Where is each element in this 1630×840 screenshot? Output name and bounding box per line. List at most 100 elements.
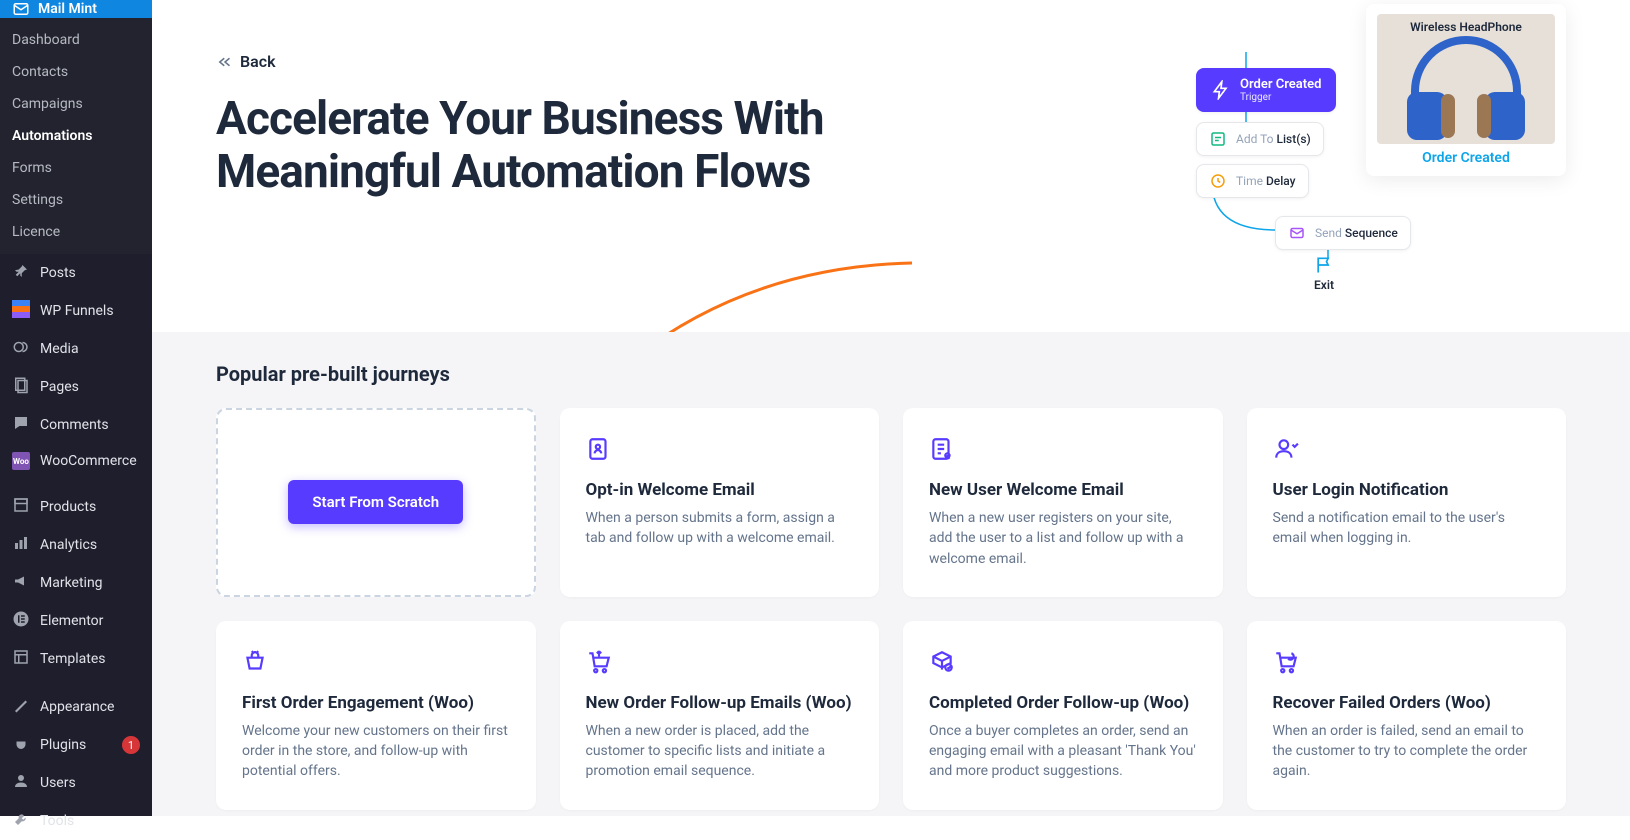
- journey-title: Completed Order Follow-up (Woo): [929, 693, 1197, 713]
- brand-row[interactable]: Mail Mint: [0, 0, 152, 18]
- journey-desc: Welcome your new customers on their firs…: [242, 721, 510, 782]
- journey-card[interactable]: User Login NotificationSend a notificati…: [1247, 408, 1567, 597]
- marketing-icon: [12, 572, 30, 594]
- nav-item-posts[interactable]: Posts: [0, 254, 152, 292]
- nav-item-products[interactable]: Products: [0, 488, 152, 526]
- nav-item-pages[interactable]: Pages: [0, 368, 152, 406]
- content-area: Popular pre-built journeys Start From Sc…: [152, 332, 1630, 816]
- wpfunnels-icon: [12, 300, 30, 322]
- nav-label: Media: [40, 341, 140, 357]
- flow-trigger-sub: Trigger: [1240, 92, 1321, 103]
- journey-icon: [929, 649, 955, 675]
- nav-item-wp-funnels[interactable]: WP Funnels: [0, 292, 152, 330]
- wp-sidebar: Mail Mint DashboardContactsCampaignsAuto…: [0, 0, 152, 816]
- flow-list-node: Add To List(s): [1196, 122, 1324, 156]
- clock-icon: [1209, 172, 1227, 190]
- nav-label: Users: [40, 775, 140, 791]
- nav-label: Tools: [40, 813, 140, 829]
- submenu-item-settings[interactable]: Settings: [0, 184, 152, 216]
- journey-desc: When an order is failed, send an email t…: [1273, 721, 1541, 782]
- nav-item-marketing[interactable]: Marketing: [0, 564, 152, 602]
- nav-label: Comments: [40, 417, 140, 433]
- nav-label: Products: [40, 499, 140, 515]
- nav-item-tools[interactable]: Tools: [0, 802, 152, 840]
- start-from-scratch-button[interactable]: Start From Scratch: [288, 480, 463, 524]
- journey-grid: Start From Scratch Opt-in Welcome EmailWh…: [216, 408, 1566, 810]
- journey-card[interactable]: New User Welcome EmailWhen a new user re…: [903, 408, 1223, 597]
- journey-icon: [586, 649, 612, 675]
- nav-item-analytics[interactable]: Analytics: [0, 526, 152, 564]
- mail-seq-icon: [1288, 224, 1306, 242]
- journey-card[interactable]: Completed Order Follow-up (Woo) Once a bu…: [903, 621, 1223, 810]
- appearance-icon: [12, 696, 30, 718]
- nav-label: Pages: [40, 379, 140, 395]
- journey-icon: [929, 436, 955, 462]
- nav-item-elementor[interactable]: Elementor: [0, 602, 152, 640]
- back-link[interactable]: Back: [216, 52, 276, 71]
- journey-icon: [1273, 436, 1299, 462]
- nav-label: Templates: [40, 651, 140, 667]
- elementor-icon: [12, 610, 30, 632]
- nav-item-appearance[interactable]: Appearance: [0, 688, 152, 726]
- pin-icon: [12, 262, 30, 284]
- product-name: Wireless HeadPhone: [1377, 20, 1555, 34]
- main-area: Back Accelerate Your Business WithMeanin…: [152, 0, 1630, 816]
- nav-item-comments[interactable]: Comments: [0, 406, 152, 444]
- journey-icon: [586, 436, 612, 462]
- journey-desc: When a new order is placed, add the cust…: [586, 721, 854, 782]
- nav-label: WooCommerce: [40, 453, 140, 469]
- start-from-scratch-card[interactable]: Start From Scratch: [216, 408, 536, 597]
- brand-label: Mail Mint: [38, 1, 97, 17]
- journey-desc: When a person submits a form, assign a t…: [586, 508, 854, 549]
- nav-label: WP Funnels: [40, 303, 140, 319]
- journey-title: Recover Failed Orders (Woo): [1273, 693, 1541, 713]
- nav-item-users[interactable]: Users: [0, 764, 152, 802]
- page-title: Accelerate Your Business WithMeaningful …: [216, 93, 1156, 199]
- nav-item-plugins[interactable]: Plugins 1: [0, 726, 152, 764]
- product-preview-card: Wireless HeadPhone Order Created: [1366, 4, 1566, 176]
- submenu-item-licence[interactable]: Licence: [0, 216, 152, 248]
- submenu-item-forms[interactable]: Forms: [0, 152, 152, 184]
- nav-item-media[interactable]: Media: [0, 330, 152, 368]
- journey-card[interactable]: First Order Engagement (Woo)Welcome your…: [216, 621, 536, 810]
- journey-desc: Once a buyer completes an order, send an…: [929, 721, 1197, 782]
- comments-icon: [12, 414, 30, 436]
- submenu-item-campaigns[interactable]: Campaigns: [0, 88, 152, 120]
- journey-card[interactable]: Opt-in Welcome EmailWhen a person submit…: [560, 408, 880, 597]
- chevron-left-double-icon: [216, 55, 234, 69]
- nav-item-woocommerce[interactable]: Woo WooCommerce: [0, 444, 152, 478]
- journey-icon: [1273, 649, 1299, 675]
- submenu-item-dashboard[interactable]: Dashboard: [0, 24, 152, 56]
- journey-icon: [242, 649, 268, 675]
- nav-label: Appearance: [40, 699, 140, 715]
- product-image: Wireless HeadPhone: [1377, 14, 1555, 144]
- journey-desc: When a new user registers on your site, …: [929, 508, 1197, 569]
- nav-badge: 1: [122, 736, 140, 754]
- submenu-item-automations[interactable]: Automations: [0, 120, 152, 152]
- nav-label: Posts: [40, 265, 140, 281]
- flag-icon: [1314, 255, 1334, 275]
- flow-delay-node: Time Delay: [1196, 164, 1309, 198]
- journey-title: User Login Notification: [1273, 480, 1541, 500]
- products-icon: [12, 496, 30, 518]
- product-link[interactable]: Order Created: [1422, 150, 1510, 166]
- flow-diagram: Order Created Trigger Add To List(s) Tim…: [1196, 52, 1566, 302]
- submenu-item-contacts[interactable]: Contacts: [0, 56, 152, 88]
- journey-card[interactable]: New Order Follow-up Emails (Woo)When a n…: [560, 621, 880, 810]
- journey-card[interactable]: Recover Failed Orders (Woo) When an order…: [1247, 621, 1567, 810]
- wp-nav: Posts WP Funnels Media Pages Comments Woo WooC…: [0, 254, 152, 840]
- nav-item-templates[interactable]: Templates: [0, 640, 152, 678]
- flow-trigger-node: Order Created Trigger: [1196, 68, 1336, 112]
- mailmint-submenu: DashboardContactsCampaignsAutomationsFor…: [0, 18, 152, 254]
- flow-exit-label: Exit: [1314, 278, 1334, 292]
- users-icon: [12, 772, 30, 794]
- nav-label: Analytics: [40, 537, 140, 553]
- list-add-icon: [1209, 130, 1227, 148]
- bolt-icon: [1211, 80, 1231, 100]
- tools-icon: [12, 810, 30, 832]
- woocommerce-icon: Woo: [12, 452, 30, 470]
- nav-label: Plugins: [40, 737, 112, 753]
- nav-label: Elementor: [40, 613, 140, 629]
- mail-icon: [12, 0, 30, 18]
- pages-icon: [12, 376, 30, 398]
